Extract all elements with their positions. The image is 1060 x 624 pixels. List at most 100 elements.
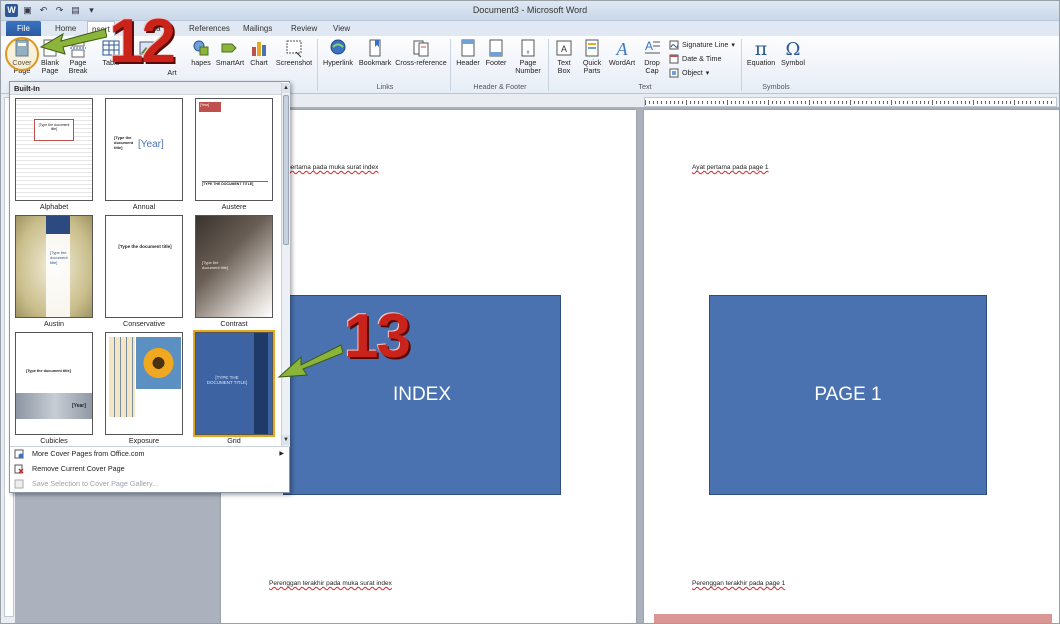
- ruler-tick: [698, 101, 700, 104]
- ruler-tick: [657, 101, 659, 104]
- ruler-tick: [727, 100, 728, 105]
- symbol-button[interactable]: Ω Symbol: [779, 38, 807, 67]
- gallery-scrollbar[interactable]: ▲ ▼: [281, 83, 290, 446]
- calendar-icon: [669, 54, 679, 64]
- object-button[interactable]: Object ▾: [669, 67, 709, 79]
- cover-austere[interactable]: [Year] [TYPE THE DOCUMENT TITLE] Austere: [195, 98, 275, 211]
- ruler-tick: [681, 101, 683, 104]
- ruler-tick: [653, 101, 655, 104]
- page-1-last-line[interactable]: Perenggan terakhir pada page 1: [692, 580, 785, 587]
- quick-parts-icon: [585, 39, 599, 57]
- more-cover-pages-item[interactable]: More Cover Pages from Office.com ▶: [10, 447, 290, 461]
- ruler-tick: [911, 101, 913, 104]
- shapes-label: hapes: [191, 58, 211, 67]
- cover-contrast[interactable]: [Type the document title] Contrast: [195, 215, 275, 328]
- svg-text:π: π: [755, 38, 768, 58]
- tab-file[interactable]: File: [6, 21, 41, 36]
- page-index-last-line[interactable]: Perenggan terakhir pada muka surat index: [269, 580, 392, 587]
- cover-conservative[interactable]: [Type the document title] Conservative: [105, 215, 185, 328]
- ruler-tick: [743, 101, 745, 104]
- ruler-tick: [1042, 101, 1044, 104]
- cover-annual[interactable]: [Type the document title] [Year] Annual: [105, 98, 185, 211]
- cover-austin[interactable]: [Type the document title] Austin: [15, 215, 95, 328]
- ruler-tick: [649, 101, 651, 104]
- cover-austere-label: Austere: [221, 202, 247, 211]
- ruler-tick: [673, 101, 675, 104]
- chart-label: Chart: [250, 58, 268, 67]
- page-1-box[interactable]: PAGE 1: [709, 295, 987, 495]
- cover-alphabet[interactable]: [Type the document title] Alphabet: [15, 98, 95, 211]
- chevron-down-icon: ▾: [705, 68, 710, 77]
- signature-line-label: Signature Line: [682, 40, 729, 49]
- equation-button[interactable]: π Equation: [745, 38, 777, 67]
- cross-reference-button[interactable]: Cross-reference: [394, 38, 448, 67]
- text-group-label: Text: [638, 82, 652, 91]
- symbol-label: Symbol: [781, 58, 805, 67]
- drop-cap-button[interactable]: A Drop Cap: [640, 38, 664, 75]
- wordart-button[interactable]: A WordArt: [606, 38, 638, 67]
- ruler-tick: [788, 101, 790, 104]
- conservative-title-text: [Type the document title]: [118, 244, 172, 249]
- date-time-button[interactable]: Date & Time: [669, 53, 722, 65]
- ruler-tick: [776, 101, 778, 104]
- page-1-first-line[interactable]: Ayat pertama pada page 1: [692, 164, 769, 171]
- arrow-12-icon: [39, 28, 107, 55]
- scroll-up-icon[interactable]: ▲: [282, 83, 290, 93]
- ruler-tick: [735, 101, 737, 104]
- header-label: Header: [456, 58, 480, 67]
- horizontal-ruler[interactable]: [644, 97, 1057, 107]
- page-index-first-line[interactable]: pertama pada muka surat index: [287, 164, 378, 171]
- tab-view[interactable]: View: [329, 21, 354, 36]
- cover-grid[interactable]: [TYPE THE DOCUMENT TITLE] Grid: [193, 330, 275, 445]
- cover-page-gallery: Built-In ▲ ▼ [Type the document title] A…: [9, 81, 290, 493]
- shapes-button[interactable]: hapes: [188, 38, 214, 67]
- tab-references[interactable]: References: [185, 21, 234, 36]
- ruler-tick: [895, 101, 897, 104]
- remove-cover-page-item[interactable]: Remove Current Cover Page: [10, 462, 290, 476]
- text-box-label: Text Box: [557, 58, 571, 75]
- omega-icon: Ω: [786, 39, 801, 58]
- signature-line-button[interactable]: Signature Line ▾: [669, 39, 735, 51]
- save-selection-item[interactable]: Save Selection to Cover Page Gallery...: [10, 477, 290, 491]
- index-box[interactable]: INDEX: [283, 295, 561, 495]
- cover-conservative-label: Conservative: [123, 319, 165, 328]
- page-footer-band: [654, 614, 1052, 623]
- cubicles-year-text: [Year]: [72, 403, 86, 409]
- equation-label: Equation: [746, 58, 776, 67]
- page-number-button[interactable]: # Page Number: [511, 38, 545, 75]
- hyperlink-button[interactable]: Hyperlink: [320, 38, 356, 67]
- tab-mailings[interactable]: Mailings: [239, 21, 276, 36]
- ruler-tick: [1046, 101, 1048, 104]
- word-window: W ▣ ↶ ↷ ▤ ▾ Document3 - Microsoft Word F…: [0, 0, 1060, 624]
- cover-exposure[interactable]: Exposure: [105, 332, 185, 445]
- ruler-tick: [833, 101, 835, 104]
- quick-parts-button[interactable]: Quick Parts: [579, 38, 605, 75]
- ruler-tick: [677, 101, 679, 104]
- ruler-tick: [1050, 101, 1052, 104]
- ruler-tick: [702, 101, 704, 104]
- smartart-button[interactable]: SmartArt: [215, 38, 245, 67]
- chart-button[interactable]: Chart: [248, 38, 270, 67]
- ruler-tick: [845, 101, 847, 104]
- svg-text:#: #: [527, 50, 530, 56]
- scrollbar-thumb[interactable]: [283, 95, 289, 245]
- bookmark-icon: [369, 39, 381, 57]
- ruler-tick: [944, 101, 946, 104]
- footer-button[interactable]: Footer: [483, 38, 509, 67]
- remove-cover-page-label: Remove Current Cover Page: [32, 464, 125, 473]
- ribbon-separator: [317, 39, 318, 91]
- text-box-button[interactable]: A Text Box: [551, 38, 577, 75]
- pi-icon: π: [755, 38, 768, 58]
- bookmark-button[interactable]: Bookmark: [357, 38, 393, 67]
- cover-conservative-thumbnail: [Type the document title]: [105, 215, 183, 318]
- header-button[interactable]: Header: [455, 38, 481, 67]
- screenshot-button[interactable]: Screenshot: [274, 38, 314, 67]
- svg-text:A: A: [561, 44, 567, 54]
- ruler-tick: [694, 101, 696, 104]
- tab-review[interactable]: Review: [287, 21, 321, 36]
- office-online-icon: [14, 449, 24, 459]
- document-page-1[interactable]: Ayat pertama pada page 1 PAGE 1 Perengga…: [644, 110, 1059, 623]
- cover-cubicles[interactable]: [Type the document title] [Year] Cubicle…: [15, 332, 95, 445]
- scroll-down-icon[interactable]: ▼: [282, 435, 290, 445]
- ruler-tick: [837, 101, 839, 104]
